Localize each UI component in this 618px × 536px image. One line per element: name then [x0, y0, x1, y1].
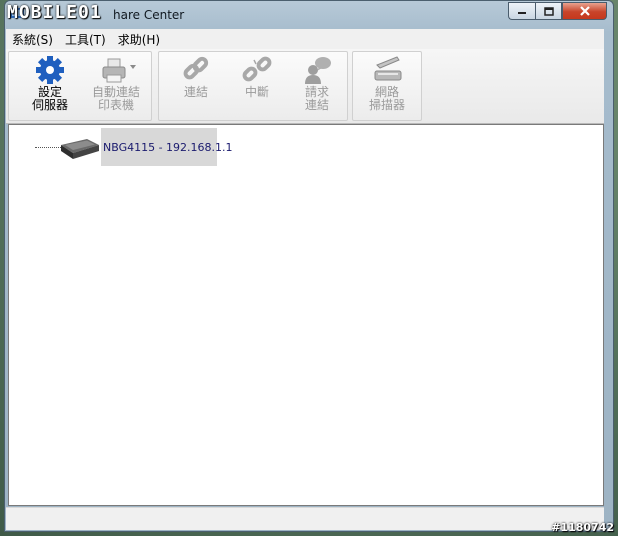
post-id-tag: #1180742: [551, 521, 614, 534]
connect-label: 連結: [183, 85, 208, 99]
maximize-button[interactable]: [535, 2, 562, 20]
network-scanner-button[interactable]: 網路 掃描器: [357, 53, 417, 117]
menu-help[interactable]: 求助(H): [112, 31, 166, 48]
toolbar: 設定 伺服器 自動連結 印表機 連結 中斷 請求 連結 網路 掃描器: [6, 49, 604, 124]
caption-buttons: [508, 2, 607, 20]
scanner-icon: [371, 55, 403, 85]
window-title: hare Center: [113, 8, 185, 22]
auto-connect-printer-button[interactable]: 自動連結 印表機: [86, 53, 146, 117]
title-bar[interactable]: hare Center MOBILE01: [5, 1, 613, 29]
maximize-icon: [543, 6, 554, 16]
watermark-logo: MOBILE01: [7, 2, 102, 23]
device-tree-panel: NBG4115 - 192.168.1.1: [8, 124, 604, 506]
menu-system[interactable]: 系統(S): [6, 31, 59, 48]
minimize-icon: [518, 12, 526, 14]
menu-tools[interactable]: 工具(T): [59, 31, 112, 48]
device-item-nbg4115[interactable]: NBG4115 - 192.168.1.1: [101, 128, 233, 166]
request-connect-icon: [301, 55, 333, 85]
status-bar: [6, 507, 604, 530]
network-scanner-label: 網路 掃描器: [368, 85, 405, 112]
request-connect-button[interactable]: 請求 連結: [287, 53, 347, 117]
close-button[interactable]: [562, 2, 607, 20]
router-icon: [57, 135, 101, 161]
gear-icon: [34, 55, 66, 85]
printer-icon: [100, 55, 136, 85]
configure-server-label: 設定 伺服器: [31, 85, 68, 112]
request-connect-label: 請求 連結: [304, 85, 329, 112]
menu-bar: 系統(S) 工具(T) 求助(H): [6, 29, 604, 50]
broken-link-icon: [241, 55, 273, 85]
minimize-button[interactable]: [508, 2, 535, 20]
configure-server-button[interactable]: 設定 伺服器: [20, 53, 80, 117]
auto-connect-printer-label: 自動連結 印表機: [91, 85, 140, 112]
connect-button[interactable]: 連結: [166, 53, 226, 117]
close-icon: [579, 6, 590, 16]
disconnect-button[interactable]: 中斷: [227, 53, 287, 117]
link-icon: [180, 55, 212, 85]
disconnect-label: 中斷: [244, 85, 269, 99]
